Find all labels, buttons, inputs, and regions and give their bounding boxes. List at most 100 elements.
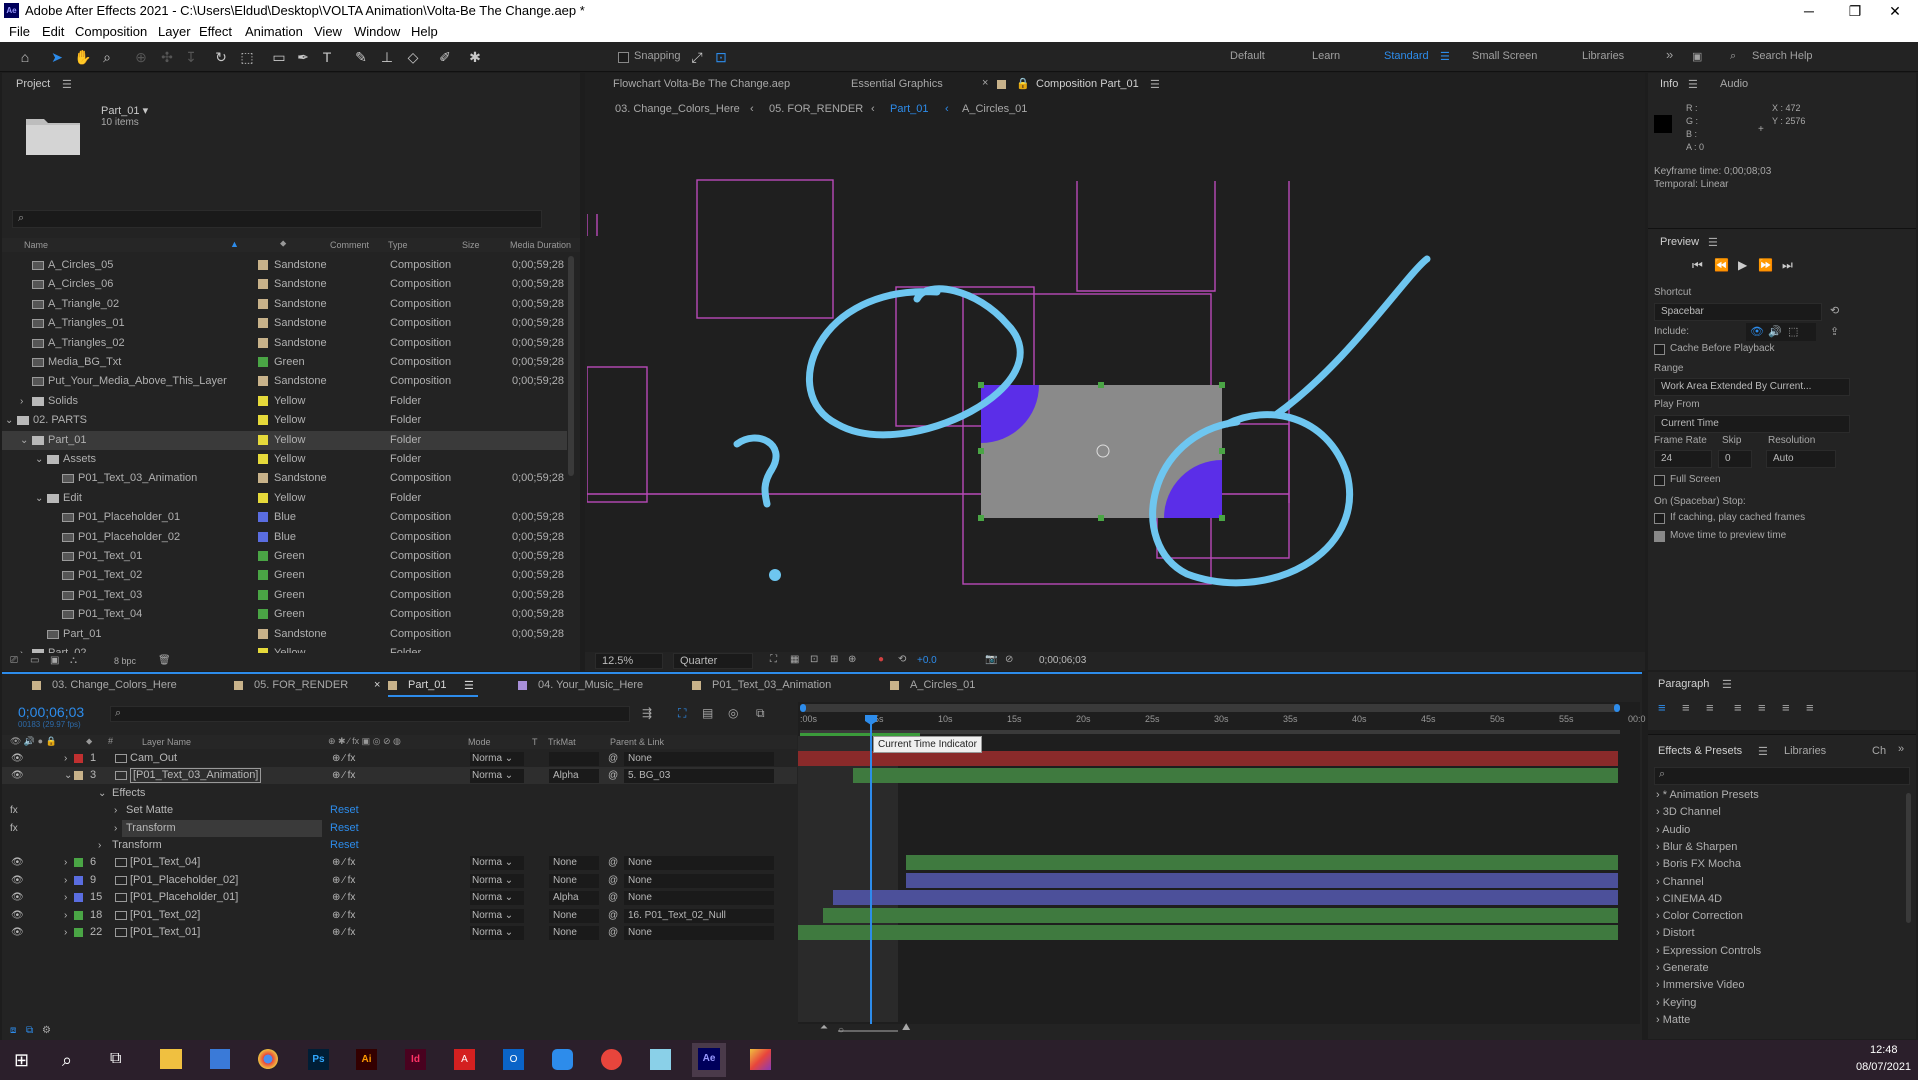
col-media-duration[interactable]: Media Duration (510, 240, 571, 250)
tab-libraries[interactable]: Libraries (1784, 745, 1826, 757)
project-search-input[interactable]: ⌕ (12, 210, 542, 228)
project-item[interactable]: P01_Text_02 Green Composition 0;00;59;28 (2, 566, 567, 585)
anchor-tool-icon[interactable]: ⬚ (238, 48, 256, 66)
reset-link[interactable]: Reset (330, 837, 359, 854)
project-item[interactable]: ⌄ Assets Yellow Folder (2, 450, 567, 469)
clock-time[interactable]: 12:48 (1870, 1044, 1898, 1056)
skip-dropdown[interactable]: 0 (1718, 450, 1752, 468)
layer-switches[interactable]: ⊕ ∕ fx (332, 767, 355, 784)
parent-dropdown[interactable]: None (624, 891, 774, 906)
menu-animation[interactable]: Animation (245, 24, 303, 39)
tab-info[interactable]: Info (1660, 78, 1678, 90)
project-item[interactable]: A_Circles_06 Sandstone Composition 0;00;59;… (2, 275, 567, 294)
full-screen-checkbox[interactable] (1654, 475, 1665, 486)
frame-blending-icon[interactable]: ▤ (702, 706, 713, 720)
label-swatch[interactable] (258, 318, 268, 329)
layer-label-swatch[interactable] (74, 928, 83, 937)
label-swatch[interactable] (258, 473, 268, 484)
pen-tool-icon[interactable]: ✒ (294, 48, 312, 66)
pickwhip-icon[interactable]: @ (608, 889, 618, 906)
twirl-arrow-icon[interactable]: ⌄ (64, 767, 72, 784)
timeline-search-input[interactable]: ⌕ (110, 706, 630, 722)
work-area-bar[interactable] (800, 730, 1620, 734)
layer-name[interactable]: [P01_Placeholder_02] (130, 872, 238, 889)
trkmat-dropdown[interactable]: None (549, 873, 599, 888)
justify-right-icon[interactable]: ≡ (1782, 700, 1790, 715)
viewer-timecode[interactable]: 0;00;06;03 (1039, 655, 1086, 666)
navigator-start-handle[interactable] (800, 704, 806, 712)
layer-name[interactable]: [P01_Text_02] (130, 907, 200, 924)
clone-stamp-icon[interactable]: ⊥ (378, 48, 396, 66)
transfer-controls-icon[interactable]: ⧉ (26, 1025, 33, 1036)
puppet-tool-icon[interactable]: ✱ (466, 48, 484, 66)
workspace-menu-icon[interactable]: ☰ (1440, 50, 1450, 63)
mode-dropdown[interactable]: Norma ⌄ (470, 891, 524, 906)
zoom-dropdown[interactable]: 12.5% (595, 653, 663, 669)
trkmat-dropdown[interactable]: None (549, 908, 599, 923)
project-item[interactable]: Part_01 Sandstone Composition 0;00;59;28 (2, 625, 567, 644)
workspace-small-screen[interactable]: Small Screen (1472, 50, 1537, 62)
effect-category[interactable]: › Blur & Sharpen (1656, 841, 1737, 853)
home-icon[interactable]: ⌂ (16, 48, 34, 66)
tab-character[interactable]: Ch (1872, 745, 1886, 757)
effect-category[interactable]: › Distort (1656, 927, 1695, 939)
layer-name[interactable]: Cam_Out (130, 750, 177, 767)
project-tab[interactable]: Project (16, 78, 50, 90)
selected-item-name[interactable]: Part_01 ▾ (101, 104, 148, 117)
grid-options-icon[interactable]: ⊕ (848, 654, 856, 665)
mode-dropdown[interactable]: Norma ⌄ (470, 769, 524, 784)
visibility-eye-icon[interactable]: 👁 (11, 924, 24, 941)
property-row[interactable]: ⌄ Effects (2, 785, 797, 802)
effect-category[interactable]: › Expression Controls (1656, 945, 1761, 957)
crumb-for-render[interactable]: 05. FOR_RENDER (769, 103, 863, 115)
include-overlays-icon[interactable]: ⬚ (1788, 323, 1798, 341)
layer-label-swatch[interactable] (74, 875, 83, 885)
layer-switches-icon[interactable]: ⧈ (10, 1025, 16, 1036)
pickwhip-icon[interactable]: @ (608, 750, 618, 767)
play-icon[interactable]: ▶ (1738, 258, 1747, 272)
visibility-eye-icon[interactable]: 👁 (11, 907, 24, 924)
label-swatch[interactable] (258, 415, 268, 426)
pickwhip-icon[interactable]: @ (608, 872, 618, 889)
property-row[interactable]: fx › Set Matte Reset (2, 802, 797, 819)
close-tab-icon[interactable]: × (982, 77, 988, 89)
more-workspaces-icon[interactable]: » (1666, 47, 1673, 62)
label-swatch[interactable] (258, 337, 268, 348)
crumb-part01[interactable]: Part_01 (890, 103, 929, 115)
layer-label-swatch[interactable] (74, 910, 83, 920)
pan-tool-icon[interactable]: ✣ (158, 48, 176, 66)
orbit-tool-icon[interactable]: ⊕ (132, 48, 150, 66)
snapping-checkbox[interactable] (618, 52, 629, 63)
transparency-grid-icon[interactable]: ▦ (790, 654, 799, 665)
reset-link[interactable]: Reset (330, 820, 359, 837)
visibility-eye-icon[interactable]: 👁 (11, 767, 24, 784)
first-frame-icon[interactable]: ⏮ (1692, 258, 1703, 273)
layer-label-swatch[interactable] (74, 893, 83, 903)
effect-category[interactable]: › Channel (1656, 876, 1704, 888)
frame-rate-dropdown[interactable]: 24 (1654, 450, 1712, 468)
render-time-icon[interactable]: ⚙ (42, 1025, 51, 1036)
twirl-arrow-icon[interactable]: › (20, 392, 23, 411)
layer-name[interactable]: [P01_Placeholder_01] (130, 889, 238, 906)
twirl-arrow-icon[interactable]: › (1656, 979, 1663, 991)
shortcut-dropdown[interactable]: Spacebar (1654, 303, 1822, 321)
layer-label-swatch[interactable] (74, 771, 83, 781)
project-menu-icon[interactable]: ☰ (62, 78, 72, 91)
twirl-arrow-icon[interactable]: › (64, 750, 67, 767)
new-folder-icon[interactable]: ▭ (30, 655, 39, 666)
photoshop-icon[interactable]: Ps (308, 1049, 329, 1070)
more-tabs-icon[interactable]: » (1898, 743, 1904, 755)
paragraph-menu-icon[interactable]: ☰ (1722, 678, 1732, 691)
effect-category[interactable]: › CINEMA 4D (1656, 893, 1722, 905)
channel-icon[interactable]: ● (878, 654, 884, 665)
workspace-layout-icon[interactable]: ▣ (1692, 50, 1702, 63)
exposure-value[interactable]: +0.0 (917, 655, 937, 666)
fx-icon[interactable]: fx (10, 820, 18, 837)
twirl-arrow-icon[interactable]: › (1656, 876, 1663, 888)
label-swatch[interactable] (258, 454, 268, 464)
zoom-slider-knob[interactable]: ○ (838, 1025, 844, 1036)
layer-duration-bar[interactable] (823, 907, 1618, 923)
bpc-button[interactable]: 8 bpc (114, 656, 136, 666)
menu-file[interactable]: File (9, 24, 30, 39)
rectangle-tool-icon[interactable]: ▭ (270, 48, 288, 66)
